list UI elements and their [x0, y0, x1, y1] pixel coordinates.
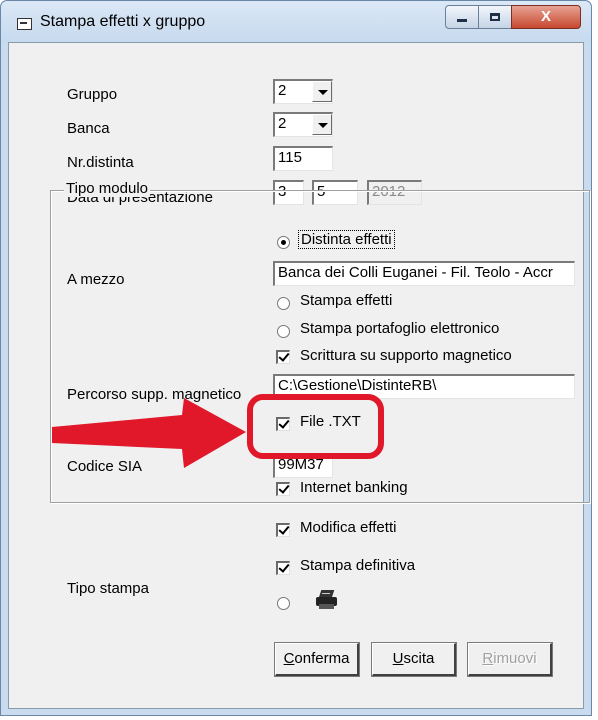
- annotation-arrow: [52, 398, 246, 468]
- arrow-shape: [52, 398, 246, 468]
- file-txt-highlight-ring: [247, 394, 384, 459]
